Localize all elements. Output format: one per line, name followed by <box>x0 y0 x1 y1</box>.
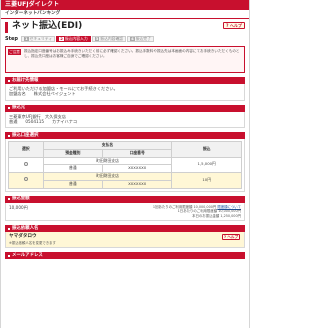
bullet-icon <box>8 107 10 110</box>
th-fee: 振込 <box>171 141 242 158</box>
th-branch: 預金種別 <box>42 148 104 158</box>
payee-name: ヤマダタロウ <box>9 234 37 240</box>
amount-body: 10,000円 1回あたりのご利用限度額 10,000,000円 限度額について… <box>5 202 245 222</box>
debit-account: 0504115 <box>25 118 45 124</box>
row-account: XXXXXXX <box>102 179 173 189</box>
section-amount: 振込金額 <box>5 195 245 203</box>
section-debit: 振込元 <box>5 104 245 112</box>
step-2: 2 振込内容入力 <box>56 36 91 42</box>
step-3: 3 振込内容確認 <box>91 36 127 42</box>
sub-nav: インターネットバンキング <box>1 10 249 19</box>
payee-note: ※振込依頼人名を変更できます <box>9 241 56 246</box>
title-area: ネット振込(EDI) ? ヘルプ <box>1 19 249 35</box>
merchant-value: 株式会社ペイジェント <box>33 91 76 97</box>
th-account: 口座番号 <box>102 148 173 158</box>
step-indicator: Step 1 セキュリティ 2 振込内容入力 3 振込内容確認 4 振込完了 <box>1 35 249 43</box>
bullet-icon <box>8 134 10 137</box>
table-row: 町田財田支店 1,5,000円 <box>8 156 242 174</box>
steps-label: Step <box>5 35 18 42</box>
row-bank: 町田財田支店 <box>42 156 173 166</box>
row-account: XXXXXXX <box>102 164 173 174</box>
amount-value: 10,000円 <box>9 204 28 210</box>
th-bank: 支払名 <box>42 141 173 150</box>
debit-body: 三菱東京UFJ銀行 大久保支店 普通 0504115 カナイハナコ <box>5 111 245 129</box>
row-select-cell <box>8 172 44 189</box>
help-button-label: ヘルプ <box>229 23 242 28</box>
destination-body: 選択 支払名 振込 預金種別 口座番号 町田財田支店 1,5,000円 普通 X… <box>5 139 245 192</box>
debit-type: 普通 <box>9 118 18 124</box>
section-payee: 振込依頼人名 <box>5 225 245 233</box>
row-bank: 町田財田支店 <box>42 172 173 181</box>
row-select-cell <box>8 156 44 174</box>
help-button[interactable]: ? ヘルプ <box>223 22 245 29</box>
row-fee: 1,5,000円 <box>171 156 242 174</box>
brand-logo: 三菱UFJダイレクト <box>5 1 60 8</box>
bullet-icon <box>8 79 10 82</box>
notice-box: ご注意 振込指定口座番号はお振込み手続きいただく前に必ず確認ください。振込手数料… <box>5 46 245 73</box>
bullet-icon <box>8 254 10 257</box>
step-1: 1 セキュリティ <box>20 36 56 42</box>
notice-tag: ご注意 <box>8 49 21 55</box>
row-fee: 10円 <box>171 172 242 189</box>
limit-list: 1回あたりのご利用限度額 10,000,000円 限度額について 1日あたりのご… <box>152 204 241 218</box>
notice-text: 振込指定口座番号はお振込み手続きいただく前に必ず確認ください。振込手数料や振込先… <box>24 49 240 58</box>
select-radio[interactable] <box>23 161 28 166</box>
amount-row: 10,000円 1回あたりのご利用限度額 10,000,000円 限度額について… <box>9 205 241 219</box>
recipient-info-body: ご利用いただける加盟店・モールにてお手続きください。 加盟店名 株式会社ペイジェ… <box>5 84 245 101</box>
select-radio[interactable] <box>23 177 28 182</box>
page: 三菱UFJダイレクト インターネットバンキング ネット振込(EDI) ? ヘルプ… <box>0 0 250 328</box>
limit-info-link[interactable]: 限度額について <box>217 205 241 209</box>
th-select: 選択 <box>8 141 44 158</box>
row-type: 普通 <box>42 164 104 174</box>
row-type: 普通 <box>42 179 104 189</box>
payee-help-button[interactable]: ? ヘルプ <box>222 234 240 241</box>
title-marker <box>5 21 8 33</box>
destination-table: 選択 支払名 振込 預金種別 口座番号 町田財田支店 1,5,000円 普通 X… <box>8 141 242 189</box>
step-4: 4 振込完了 <box>127 36 154 42</box>
debit-holder: カナイハナコ <box>52 118 78 124</box>
merchant-label: 加盟店名 <box>9 91 26 97</box>
table-header-row: 選択 支払名 振込 <box>8 141 242 158</box>
section-recipient-info: お届け先情報 <box>5 77 245 84</box>
section-mail: メールアドレス <box>5 252 245 260</box>
page-title: ネット振込(EDI) <box>12 21 83 32</box>
bullet-icon <box>8 198 10 200</box>
payee-body: ヤマダタロウ ※振込依頼人名を変更できます ? ヘルプ <box>5 232 245 249</box>
brand-bar: 三菱UFJダイレクト <box>1 0 249 10</box>
table-row: 町田財田支店 10円 <box>8 172 242 189</box>
bullet-icon <box>8 227 10 230</box>
section-destination: 振込口座選択 <box>5 132 245 140</box>
sub-nav-label: インターネットバンキング <box>5 11 61 17</box>
